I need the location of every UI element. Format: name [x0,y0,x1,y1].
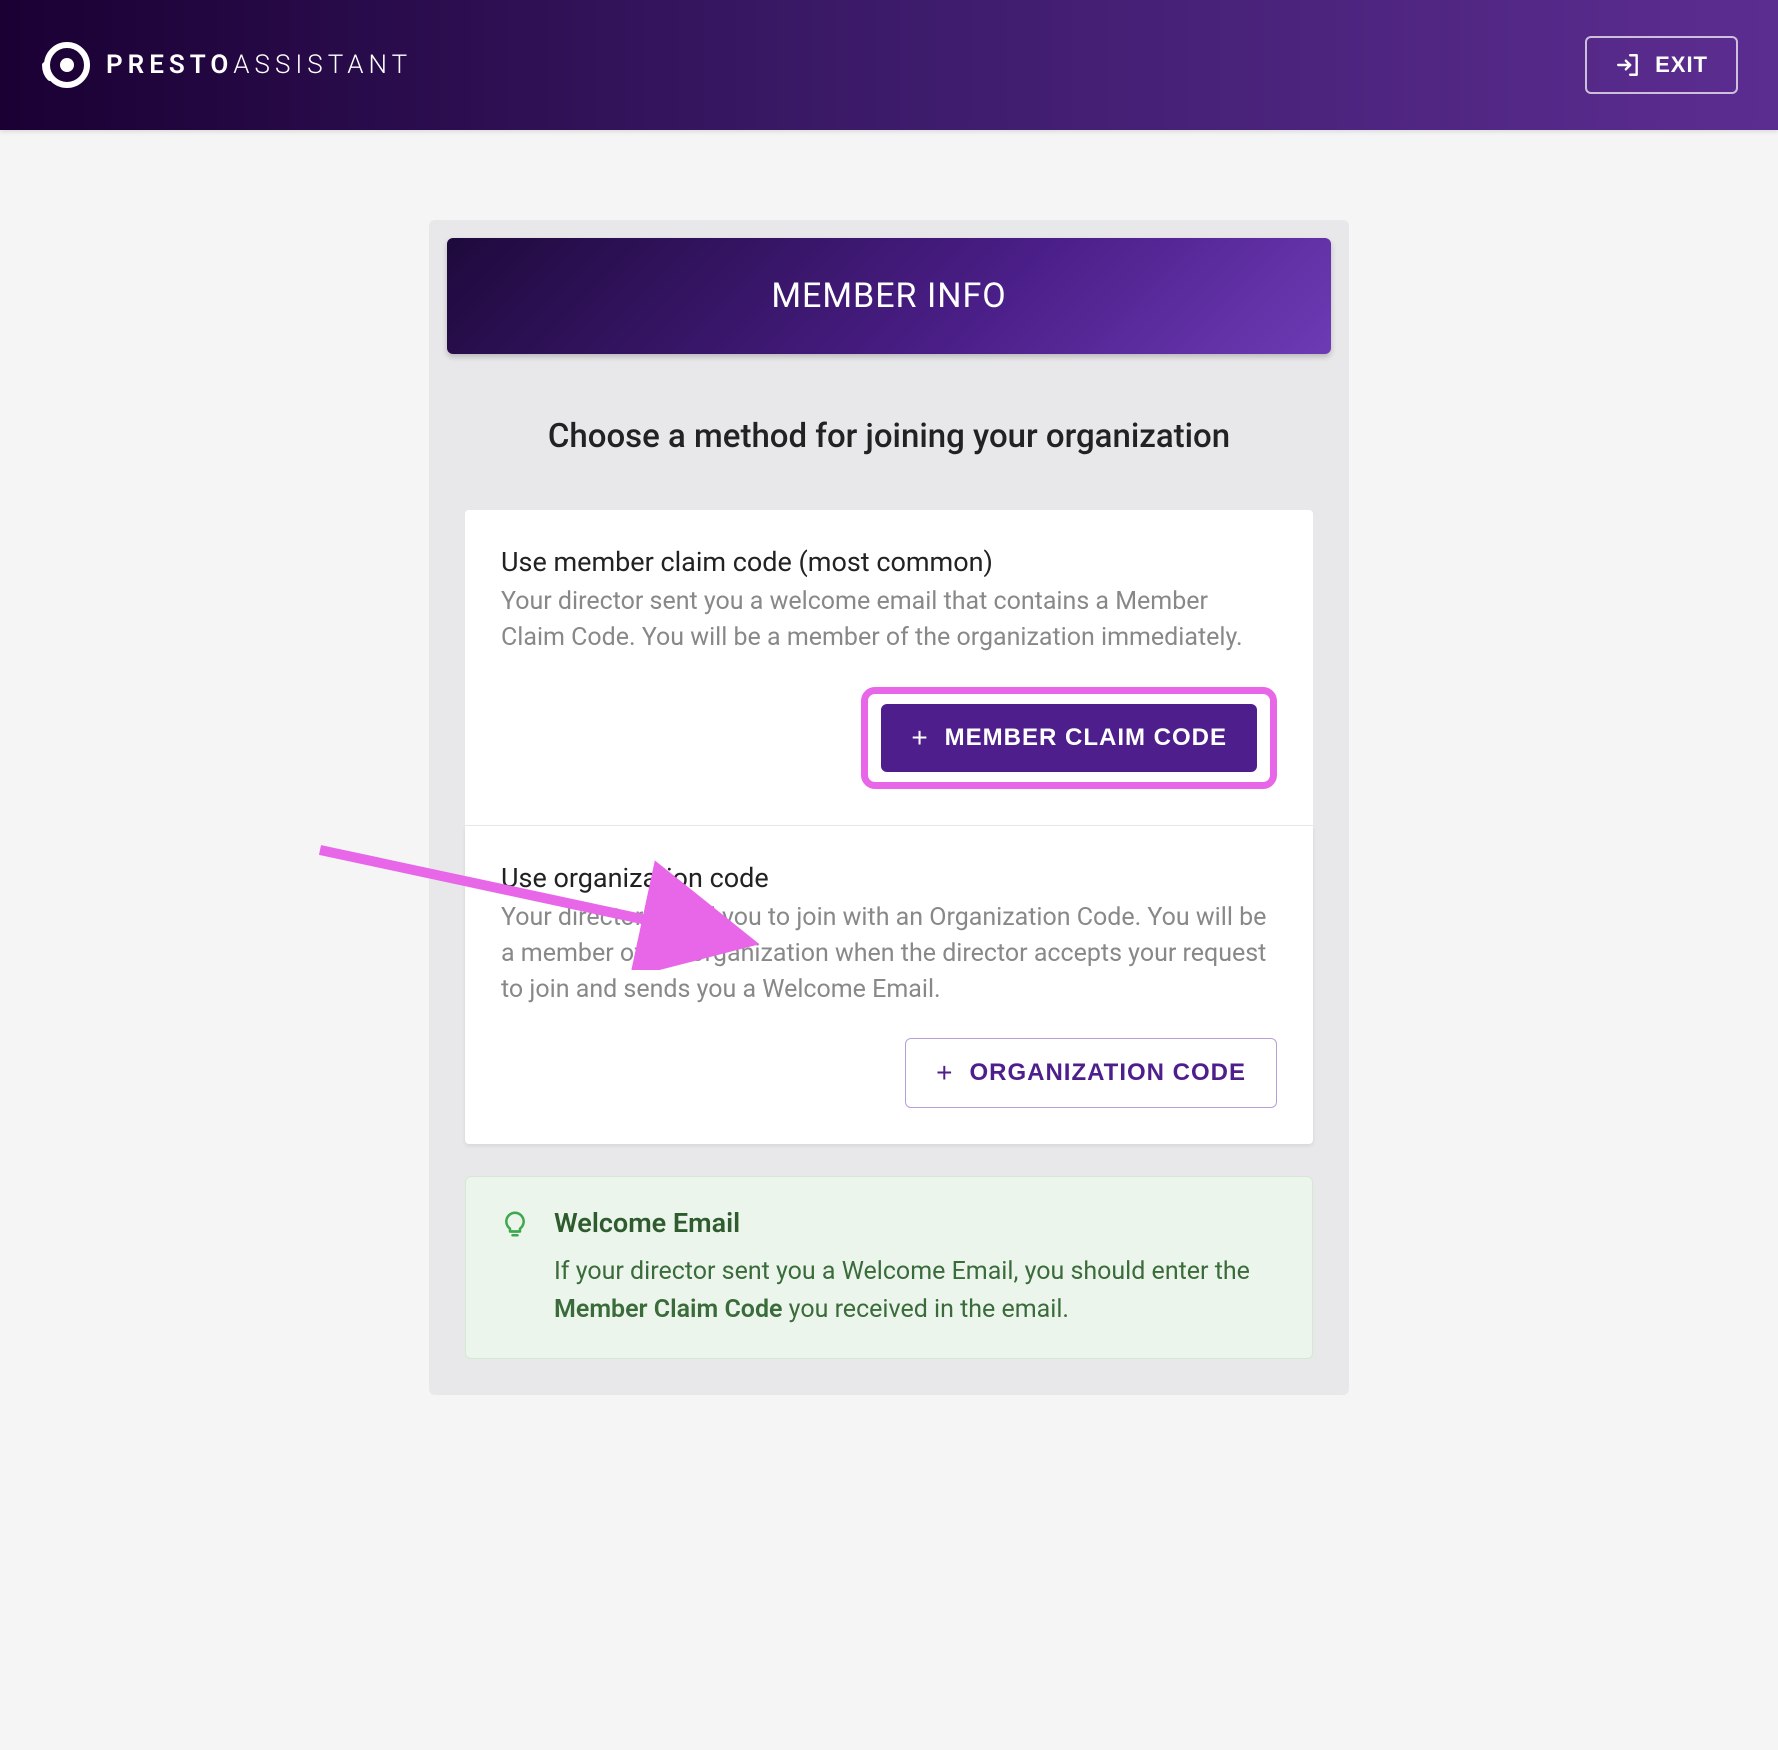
option-title: Use organization code [501,862,1277,894]
option-description: Your director sent you a welcome email t… [501,584,1277,657]
option-member-claim-code: Use member claim code (most common) Your… [465,510,1313,826]
button-row: + MEMBER CLAIM CODE [501,687,1277,789]
card-subtitle: Choose a method for joining your organiz… [447,354,1331,510]
card-title: MEMBER INFO [485,276,1293,316]
main-content: MEMBER INFO Choose a method for joining … [0,130,1778,1455]
plus-icon: + [911,724,928,752]
organization-code-button[interactable]: + ORGANIZATION CODE [905,1038,1277,1108]
app-header: PRESTOASSISTANT EXIT [0,0,1778,130]
option-title: Use member claim code (most common) [501,546,1277,578]
exit-button[interactable]: EXIT [1585,36,1738,94]
member-claim-code-button[interactable]: + MEMBER CLAIM CODE [881,704,1257,772]
welcome-email-tip: Welcome Email If your director sent you … [465,1176,1313,1359]
tip-content: Welcome Email If your director sent you … [554,1207,1278,1328]
tip-title: Welcome Email [554,1207,1278,1239]
annotation-highlight-box: + MEMBER CLAIM CODE [861,687,1277,789]
card-header: MEMBER INFO [447,238,1331,354]
member-info-card: MEMBER INFO Choose a method for joining … [429,220,1349,1395]
logo: PRESTOASSISTANT [40,38,412,92]
exit-icon [1615,52,1641,78]
lightbulb-icon [500,1209,530,1239]
option-description: Your director asked you to join with an … [501,900,1277,1009]
plus-icon: + [936,1059,953,1087]
button-row: + ORGANIZATION CODE [501,1038,1277,1108]
logo-text: PRESTOASSISTANT [106,50,412,80]
presto-logo-icon [40,38,94,92]
option-organization-code: Use organization code Your director aske… [465,826,1313,1145]
tip-text: If your director sent you a Welcome Emai… [554,1253,1278,1328]
